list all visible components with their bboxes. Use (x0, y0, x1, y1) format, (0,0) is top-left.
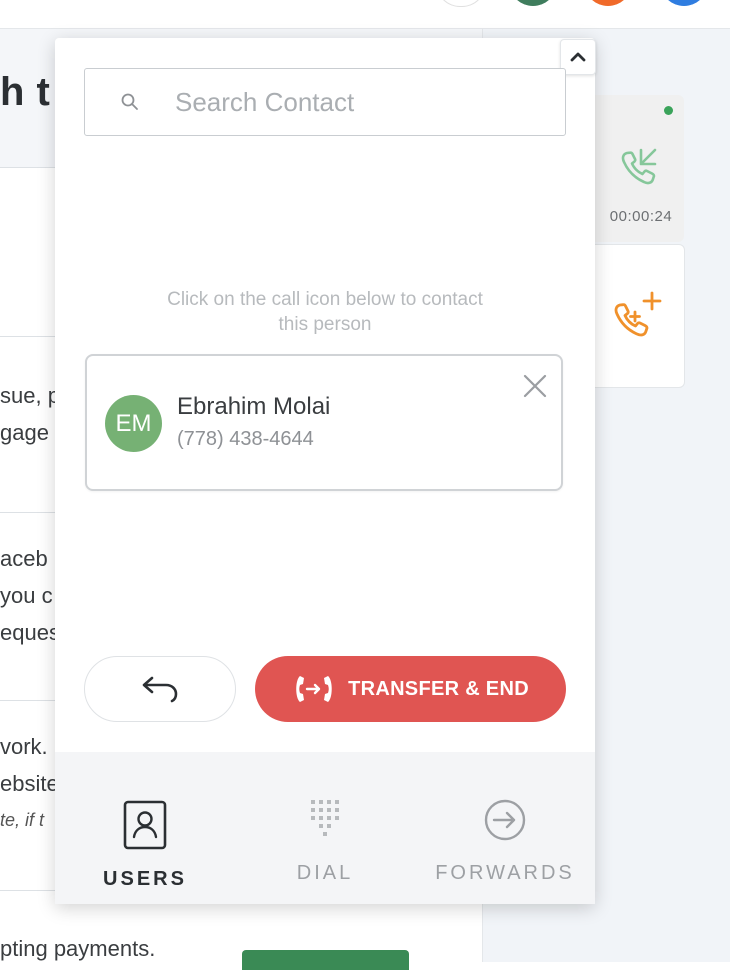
contact-avatar: EM (105, 395, 162, 452)
avatar[interactable] (660, 0, 708, 6)
transfer-and-end-button[interactable]: TRANSFER & END (255, 656, 566, 722)
forward-circle-icon (484, 799, 526, 841)
back-button[interactable] (84, 656, 236, 722)
phone-incoming-icon (617, 144, 663, 188)
remove-contact-button[interactable] (522, 373, 548, 399)
tab-users[interactable]: USERS (55, 752, 235, 904)
background-text: vork. I (0, 734, 60, 759)
tab-forwards[interactable]: FORWARDS (415, 752, 595, 904)
background-text: you c (0, 583, 53, 608)
background-action-button[interactable] (242, 950, 409, 970)
chevron-up-icon (570, 52, 586, 62)
call-timer: 00:00:24 (609, 208, 673, 225)
background-text: ebsite (0, 771, 59, 796)
instruction-text: Click on the call icon below to contact … (167, 289, 483, 335)
dialpad-icon (311, 800, 339, 836)
avatar[interactable] (509, 0, 557, 6)
tab-dial[interactable]: DIAL (235, 752, 415, 904)
transfer-and-end-label: TRANSFER & END (348, 677, 529, 700)
background-text: pting payments. (0, 936, 156, 961)
contact-phone: (778) 438-4644 (177, 428, 314, 450)
tab-dial-label: DIAL (296, 862, 354, 884)
background-text: aceb (0, 546, 48, 571)
contact-name: Ebrahim Molai (177, 393, 331, 420)
search-icon (120, 92, 140, 112)
call-transfer-icon (296, 676, 332, 702)
top-bar (0, 0, 730, 29)
call-status-indicator (664, 106, 673, 115)
background-text: te, if t (0, 810, 45, 830)
avatar[interactable] (436, 0, 486, 7)
tab-forwards-label: FORWARDS (435, 862, 575, 884)
undo-arrow-icon (142, 676, 178, 703)
avatar[interactable] (584, 0, 632, 6)
background-text: eques (0, 620, 60, 645)
tab-users-label: USERS (103, 868, 187, 890)
background-text: sue, p (0, 383, 60, 408)
close-icon (523, 374, 547, 398)
user-card-icon (123, 800, 167, 850)
background-heading: h t (0, 70, 51, 114)
search-contact-input[interactable] (175, 80, 545, 124)
phone-add-icon[interactable] (612, 290, 666, 344)
